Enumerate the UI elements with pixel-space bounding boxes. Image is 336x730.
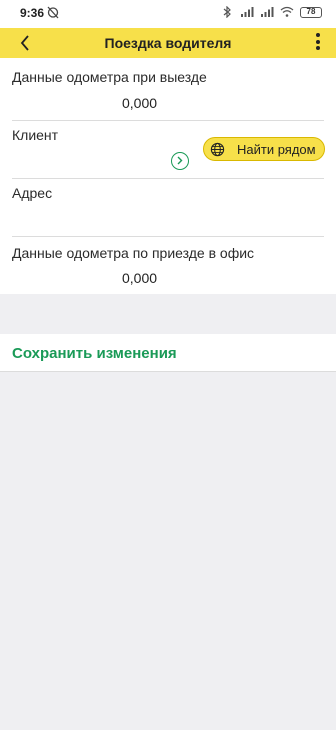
divider xyxy=(12,236,324,237)
find-nearby-label: Найти рядом xyxy=(237,141,316,157)
chevron-right-icon xyxy=(177,156,183,165)
status-bar: 9:36 78 xyxy=(0,0,336,28)
odometer-arrival-label: Данные одометра по приезде в офис xyxy=(12,245,255,261)
alarm-off-icon xyxy=(47,6,59,19)
odometer-arrival-value[interactable]: 0,000 xyxy=(122,270,157,286)
wifi-icon xyxy=(280,6,294,17)
system-icons: 78 xyxy=(220,6,322,18)
trip-form: Данные одометра при выезде 0,000 Клиент … xyxy=(0,58,336,294)
divider xyxy=(12,120,324,121)
odometer-departure-label: Данные одометра при выезде xyxy=(12,69,207,85)
status-time: 9:36 xyxy=(20,6,45,20)
battery-icon: 78 xyxy=(300,6,322,18)
divider xyxy=(12,178,324,179)
odometer-departure-value[interactable]: 0,000 xyxy=(122,95,157,111)
cell-signal-icon xyxy=(241,7,254,17)
save-changes-button[interactable]: Сохранить изменения xyxy=(12,345,177,362)
address-label: Адрес xyxy=(12,185,53,201)
find-nearby-button[interactable]: Найти рядом xyxy=(203,137,325,161)
cell-signal-icon-2 xyxy=(261,7,274,17)
more-menu-icon[interactable] xyxy=(314,33,322,53)
app-header: Поездка водителя xyxy=(0,28,336,58)
client-select-button[interactable] xyxy=(171,152,189,170)
bluetooth-icon xyxy=(223,6,231,18)
save-bar: Сохранить изменения xyxy=(0,334,336,372)
page-title: Поездка водителя xyxy=(104,35,232,51)
globe-icon xyxy=(210,142,225,156)
